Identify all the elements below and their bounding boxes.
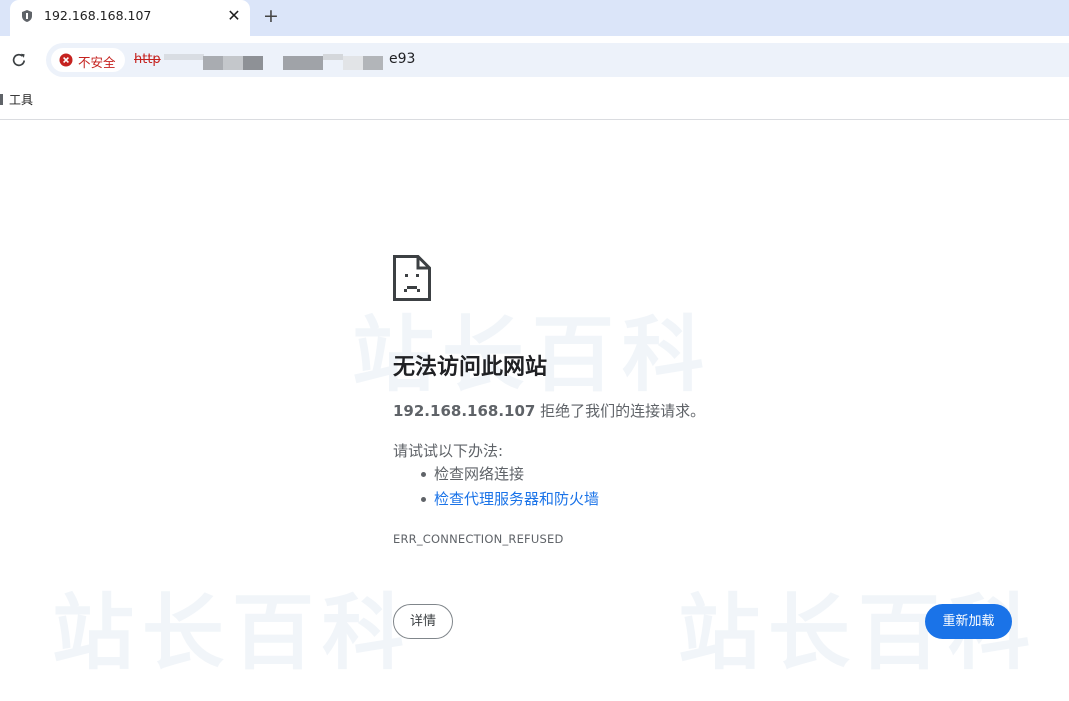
bookmark-folder-tools[interactable]: 工具 [0,91,33,108]
redacted-url-segment [203,56,223,70]
suggestions-heading: 请试试以下办法: [393,442,504,460]
redacted-url-segment [363,56,383,70]
redacted-url-segment [323,54,343,60]
security-indicator[interactable]: 不安全 [51,48,125,72]
redacted-url-segment [164,54,204,60]
shield-icon [22,10,32,22]
suggestions-list: 检查网络连接 检查代理服务器和防火墙 [393,462,599,512]
error-description-text: 拒绝了我们的连接请求。 [535,402,706,420]
tab-title: 192.168.168.107 [44,8,152,23]
redacted-url-segment [243,56,263,70]
redacted-url-segment [343,56,363,70]
list-item: 检查网络连接 [393,462,599,487]
address-bar[interactable]: 不安全 http e93 [46,43,1069,77]
page-title: 无法访问此网站 [393,355,548,380]
watermark-center: 站长百科 [352,308,713,403]
bookmark-label: 工具 [9,93,34,107]
reload-button[interactable]: 重新加载 [925,604,1012,639]
redacted-url-segment [283,56,323,70]
new-tab-button[interactable]: + [260,5,282,27]
reload-icon[interactable] [9,50,29,70]
suggestion-check-proxy-link[interactable]: 检查代理服务器和防火墙 [434,490,599,508]
close-tab-icon[interactable]: ✕ [224,6,244,26]
bookmarks-bar: 工具 [0,82,1069,120]
warning-icon [59,53,73,67]
url-scheme: http [134,52,161,67]
suggestion-check-network: 检查网络连接 [434,465,525,483]
sad-page-icon [393,255,431,301]
tab-active[interactable]: 192.168.168.107 ✕ [10,0,250,36]
error-code: ERR_CONNECTION_REFUSED [393,532,564,546]
bullet-icon [421,497,426,502]
security-label: 不安全 [78,55,116,70]
watermark-bottom-left: 站长百科 [52,586,413,681]
folder-icon [0,94,3,105]
redacted-url-segment [223,56,243,70]
error-host: 192.168.168.107 [393,402,536,420]
bullet-icon [421,472,426,477]
error-description: 192.168.168.107 拒绝了我们的连接请求。 [393,400,705,421]
url-text: e93 [389,51,416,67]
list-item: 检查代理服务器和防火墙 [393,487,599,512]
tab-strip: 192.168.168.107 ✕ + [0,0,1069,36]
toolbar: 不安全 http e93 [0,36,1069,82]
details-button[interactable]: 详情 [393,604,453,639]
